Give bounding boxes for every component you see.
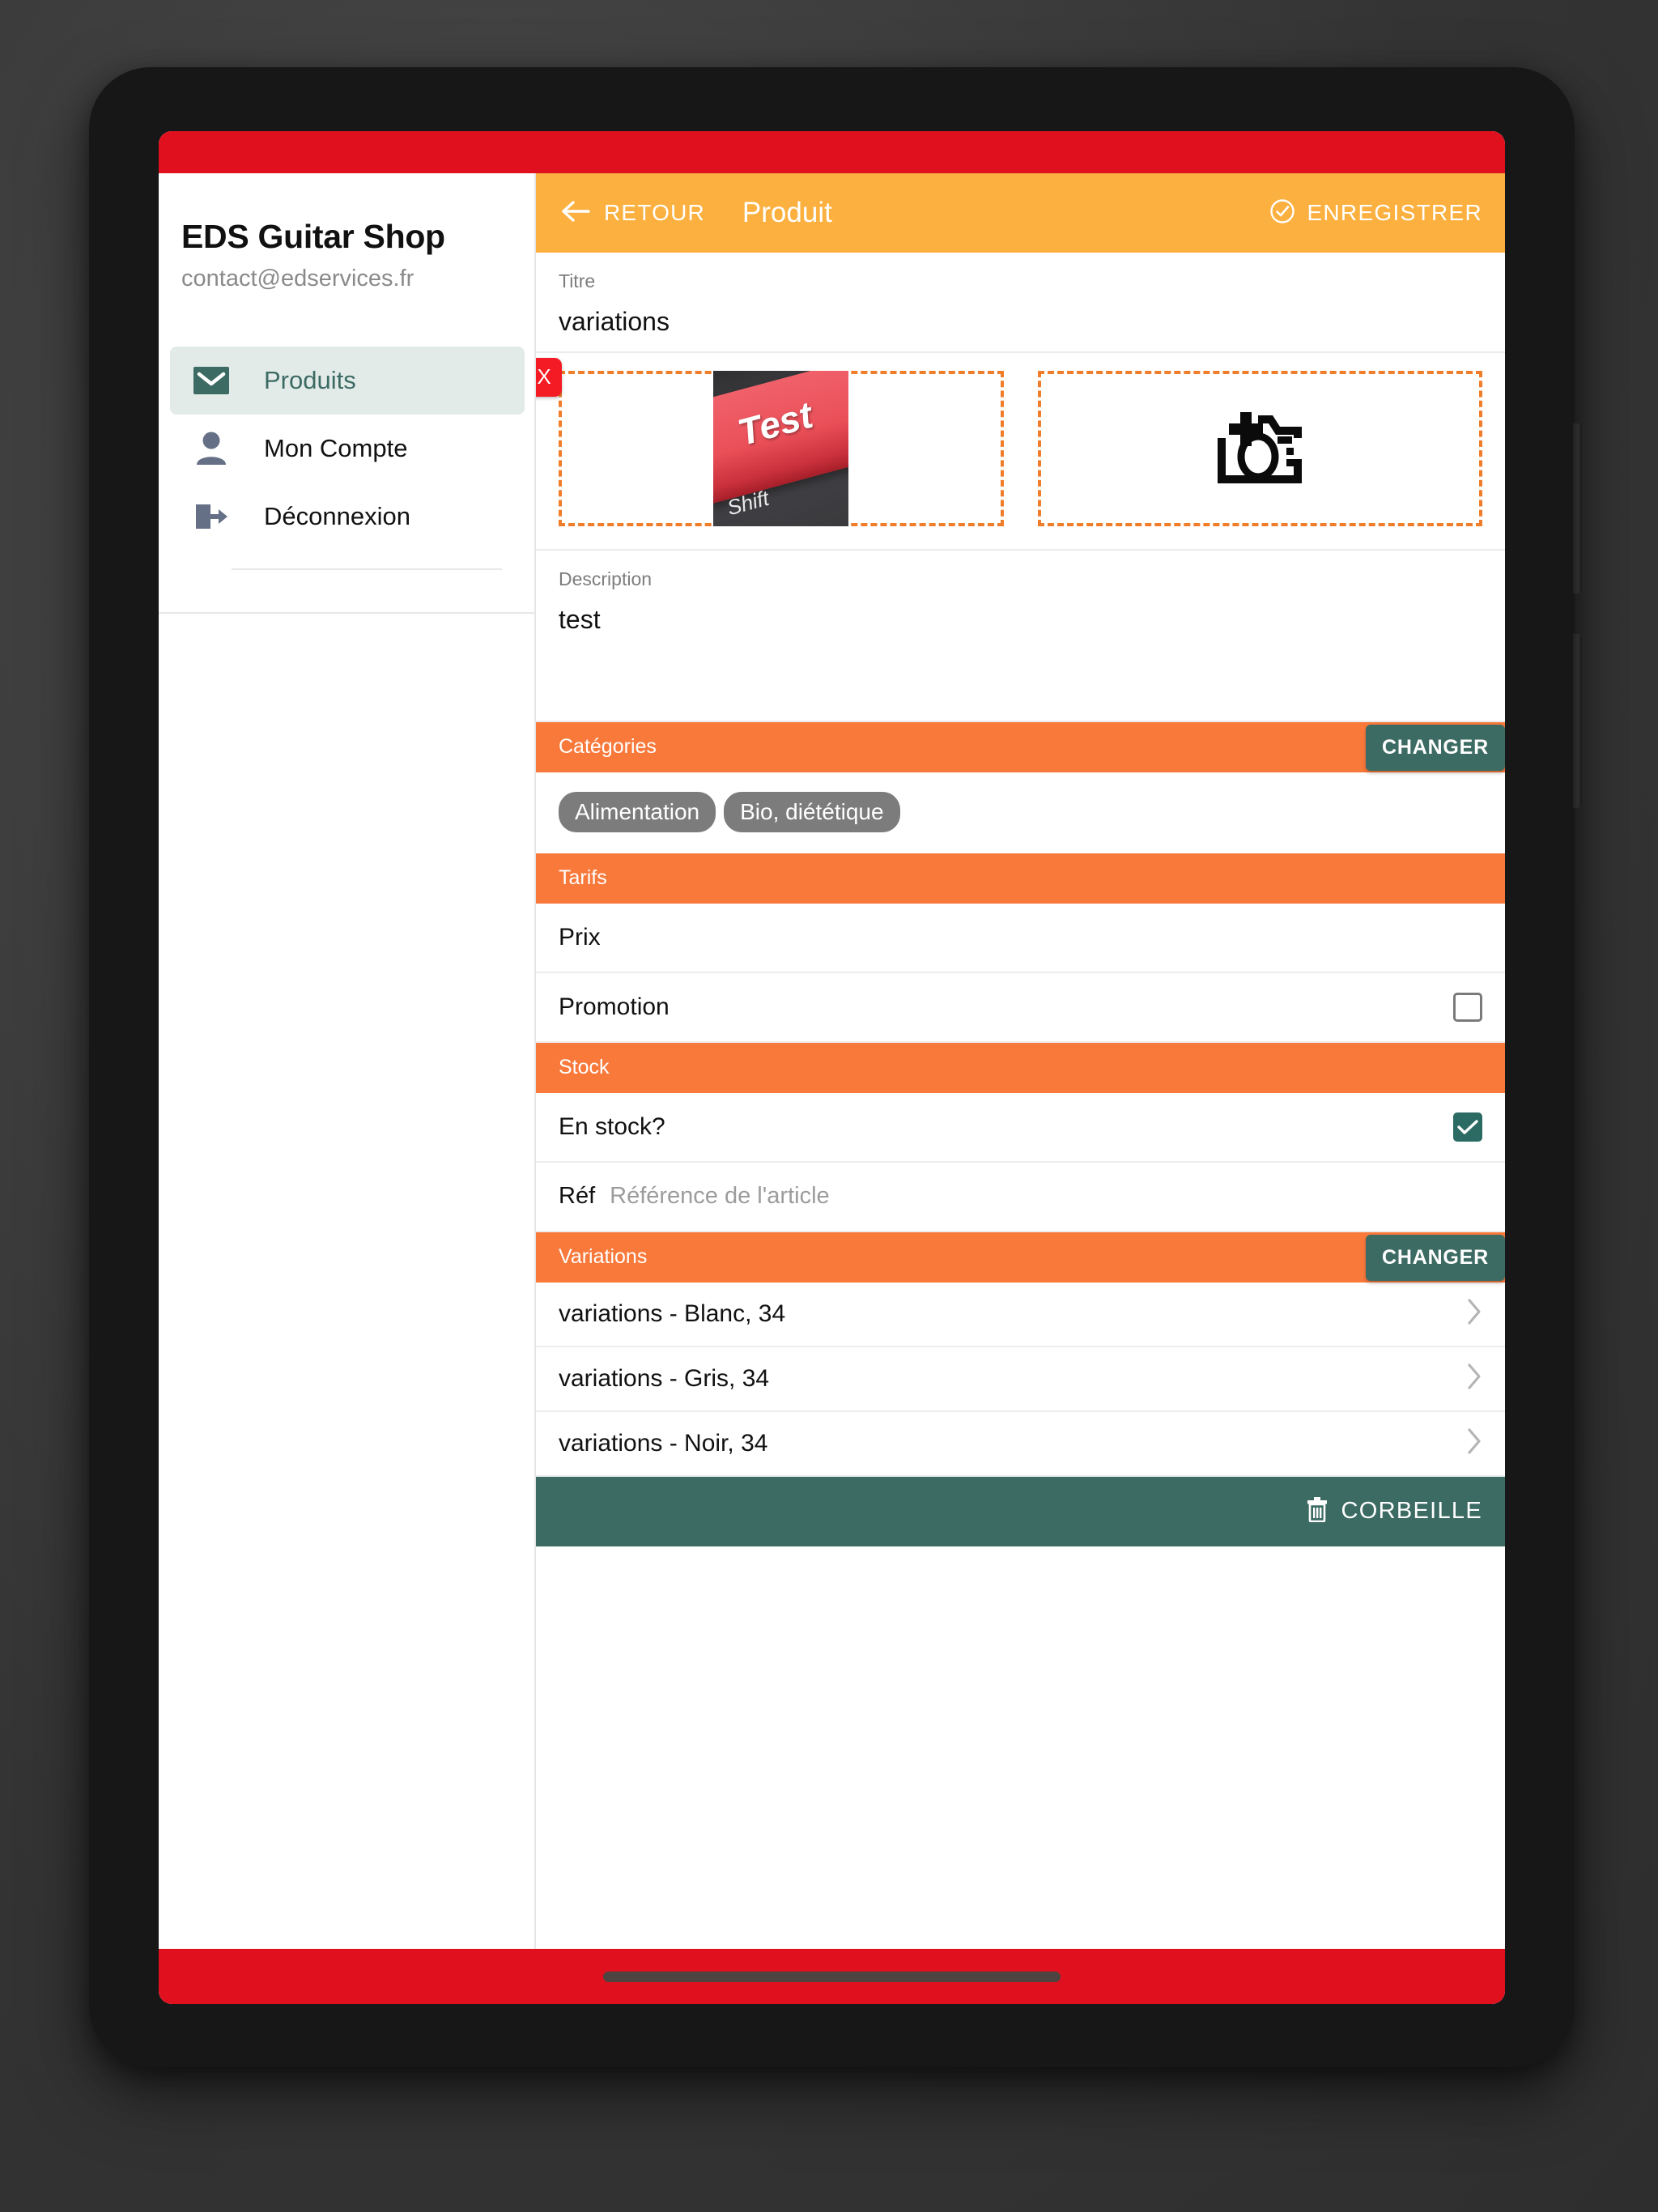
title-field-label: Titre [559, 270, 596, 291]
page-title: Produit [742, 197, 832, 228]
chevron-right-icon [1466, 1363, 1482, 1394]
description-field-label: Description [559, 568, 653, 589]
variation-list-item[interactable]: variations - Gris, 34 [536, 1347, 1505, 1412]
variations-change-button[interactable]: CHANGER [1366, 1234, 1505, 1281]
app-body: EDS Guitar Shop contact@edservices.fr Pr… [159, 173, 1505, 1949]
back-button[interactable]: RETOUR [562, 200, 705, 227]
mail-icon [193, 366, 230, 394]
description-field[interactable]: Description test [536, 551, 1505, 722]
volume-up-button[interactable] [1573, 423, 1582, 593]
section-title: Catégories [559, 735, 657, 759]
stock-section-header: Stock [536, 1042, 1505, 1093]
remove-image-button[interactable]: X [536, 357, 562, 397]
variations-section-header: Variations CHANGER [536, 1231, 1505, 1283]
delete-label: CORBEILLE [1341, 1498, 1482, 1525]
category-chip[interactable]: Alimentation [559, 791, 716, 832]
promotion-checkbox[interactable] [1453, 992, 1482, 1022]
sidebar: EDS Guitar Shop contact@edservices.fr Pr… [159, 173, 536, 1949]
content-scroll-area[interactable]: Titre variations X / Test Shift [536, 253, 1505, 1949]
sidebar-item-label: Mon Compte [264, 433, 408, 462]
ref-field-row[interactable]: Réf Référence de l'article [536, 1163, 1505, 1232]
row-promotion[interactable]: Promotion [536, 973, 1505, 1043]
save-button[interactable]: ENREGISTRER [1269, 198, 1482, 228]
nav-divider-short [232, 568, 502, 570]
ref-label: Réf [559, 1183, 596, 1210]
add-image-slot[interactable] [1037, 370, 1482, 526]
row-label: En stock? [559, 1112, 665, 1140]
sidebar-item-produits[interactable]: Produits [170, 346, 525, 415]
title-field[interactable]: Titre variations [536, 253, 1505, 353]
row-label: Promotion [559, 993, 670, 1020]
category-chip[interactable]: Bio, diététique [724, 791, 900, 832]
person-icon [193, 432, 230, 466]
sidebar-item-mon-compte[interactable]: Mon Compte [170, 415, 525, 483]
home-indicator[interactable] [603, 1971, 1061, 1982]
main-content: RETOUR Produit ENREGISTRER Titre variati… [536, 173, 1505, 1949]
sidebar-item-deconnexion[interactable]: Déconnexion [170, 483, 525, 551]
section-title: Variations [559, 1245, 648, 1269]
nav-divider-full [159, 611, 534, 614]
variation-label: variations - Noir, 34 [559, 1429, 768, 1457]
row-label: Prix [559, 923, 601, 951]
sidebar-nav: Produits Mon Compte Déconnexion [159, 346, 534, 614]
device-screen: EDS Guitar Shop contact@edservices.fr Pr… [159, 131, 1505, 2004]
status-bar-bottom [159, 1949, 1505, 2004]
app-bar: RETOUR Produit ENREGISTRER [536, 173, 1505, 253]
categories-chips: Alimentation Bio, diététique [536, 772, 1505, 853]
brand-title: EDS Guitar Shop [181, 218, 445, 255]
status-bar-top [159, 131, 1505, 173]
product-thumbnail: / Test Shift [713, 370, 849, 526]
delete-product-bar[interactable]: CORBEILLE [536, 1476, 1505, 1546]
variation-list-item[interactable]: variations - Noir, 34 [536, 1412, 1505, 1477]
variation-label: variations - Blanc, 34 [559, 1300, 786, 1327]
arrow-left-icon [562, 200, 591, 227]
chevron-right-icon [1466, 1427, 1482, 1459]
tablet-device: EDS Guitar Shop contact@edservices.fr Pr… [89, 67, 1582, 2067]
check-circle-icon [1269, 198, 1295, 228]
en-stock-checkbox[interactable] [1453, 1112, 1482, 1142]
ref-input[interactable]: Référence de l'article [610, 1183, 830, 1210]
trash-icon [1306, 1496, 1329, 1526]
logout-icon [193, 501, 230, 532]
brand-block: EDS Guitar Shop contact@edservices.fr [159, 218, 534, 293]
brand-email: contact@edservices.fr [181, 266, 414, 292]
description-field-value: test [559, 604, 601, 634]
sidebar-item-label: Déconnexion [264, 501, 410, 530]
chevron-right-icon [1466, 1298, 1482, 1329]
back-label: RETOUR [604, 200, 705, 225]
save-label: ENREGISTRER [1307, 200, 1482, 225]
tarifs-section-header: Tarifs [536, 853, 1505, 904]
section-title: Tarifs [559, 866, 607, 890]
volume-down-button[interactable] [1573, 634, 1582, 808]
row-en-stock[interactable]: En stock? [536, 1093, 1505, 1163]
variation-label: variations - Gris, 34 [559, 1364, 770, 1392]
row-prix[interactable]: Prix [536, 904, 1505, 973]
variation-list-item[interactable]: variations - Blanc, 34 [536, 1283, 1505, 1347]
categories-section-header: Catégories CHANGER [536, 721, 1505, 772]
section-title: Stock [559, 1056, 610, 1079]
sidebar-item-label: Produits [264, 365, 356, 394]
add-photo-camera-icon [1206, 401, 1313, 496]
product-image-slot[interactable]: / Test Shift [559, 370, 1004, 526]
media-row: X / Test Shift [536, 353, 1505, 551]
title-field-value: variations [559, 306, 670, 336]
categories-change-button[interactable]: CHANGER [1366, 724, 1505, 771]
